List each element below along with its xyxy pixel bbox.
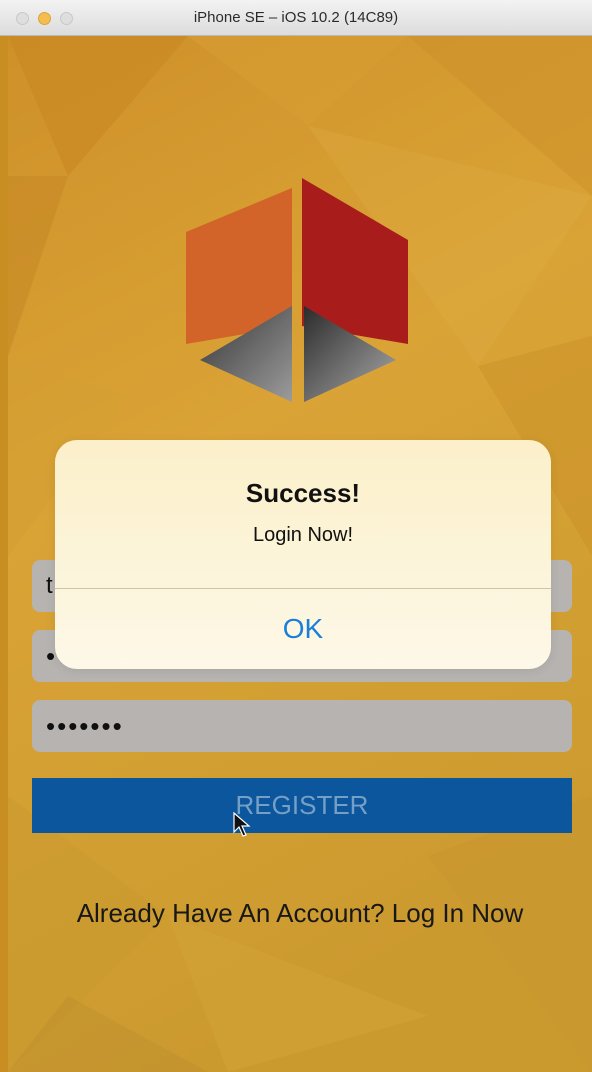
app-screen: t • ••••••• REGISTER Already Have An Acc… xyxy=(8,36,592,1072)
window-titlebar: iPhone SE – iOS 10.2 (14C89) xyxy=(0,0,592,36)
window-title: iPhone SE – iOS 10.2 (14C89) xyxy=(193,9,399,26)
alert-title: Success! xyxy=(245,478,361,508)
simulator-window: iPhone SE – iOS 10.2 (14C89) t • •••••••… xyxy=(0,0,592,1072)
success-alert: Success! Login Now! OK xyxy=(55,440,551,669)
alert-message: Login Now! xyxy=(252,524,354,546)
mouse-pointer-icon xyxy=(233,812,251,837)
alert-ok-button[interactable]: OK xyxy=(55,589,551,669)
window-edge xyxy=(0,36,8,1072)
